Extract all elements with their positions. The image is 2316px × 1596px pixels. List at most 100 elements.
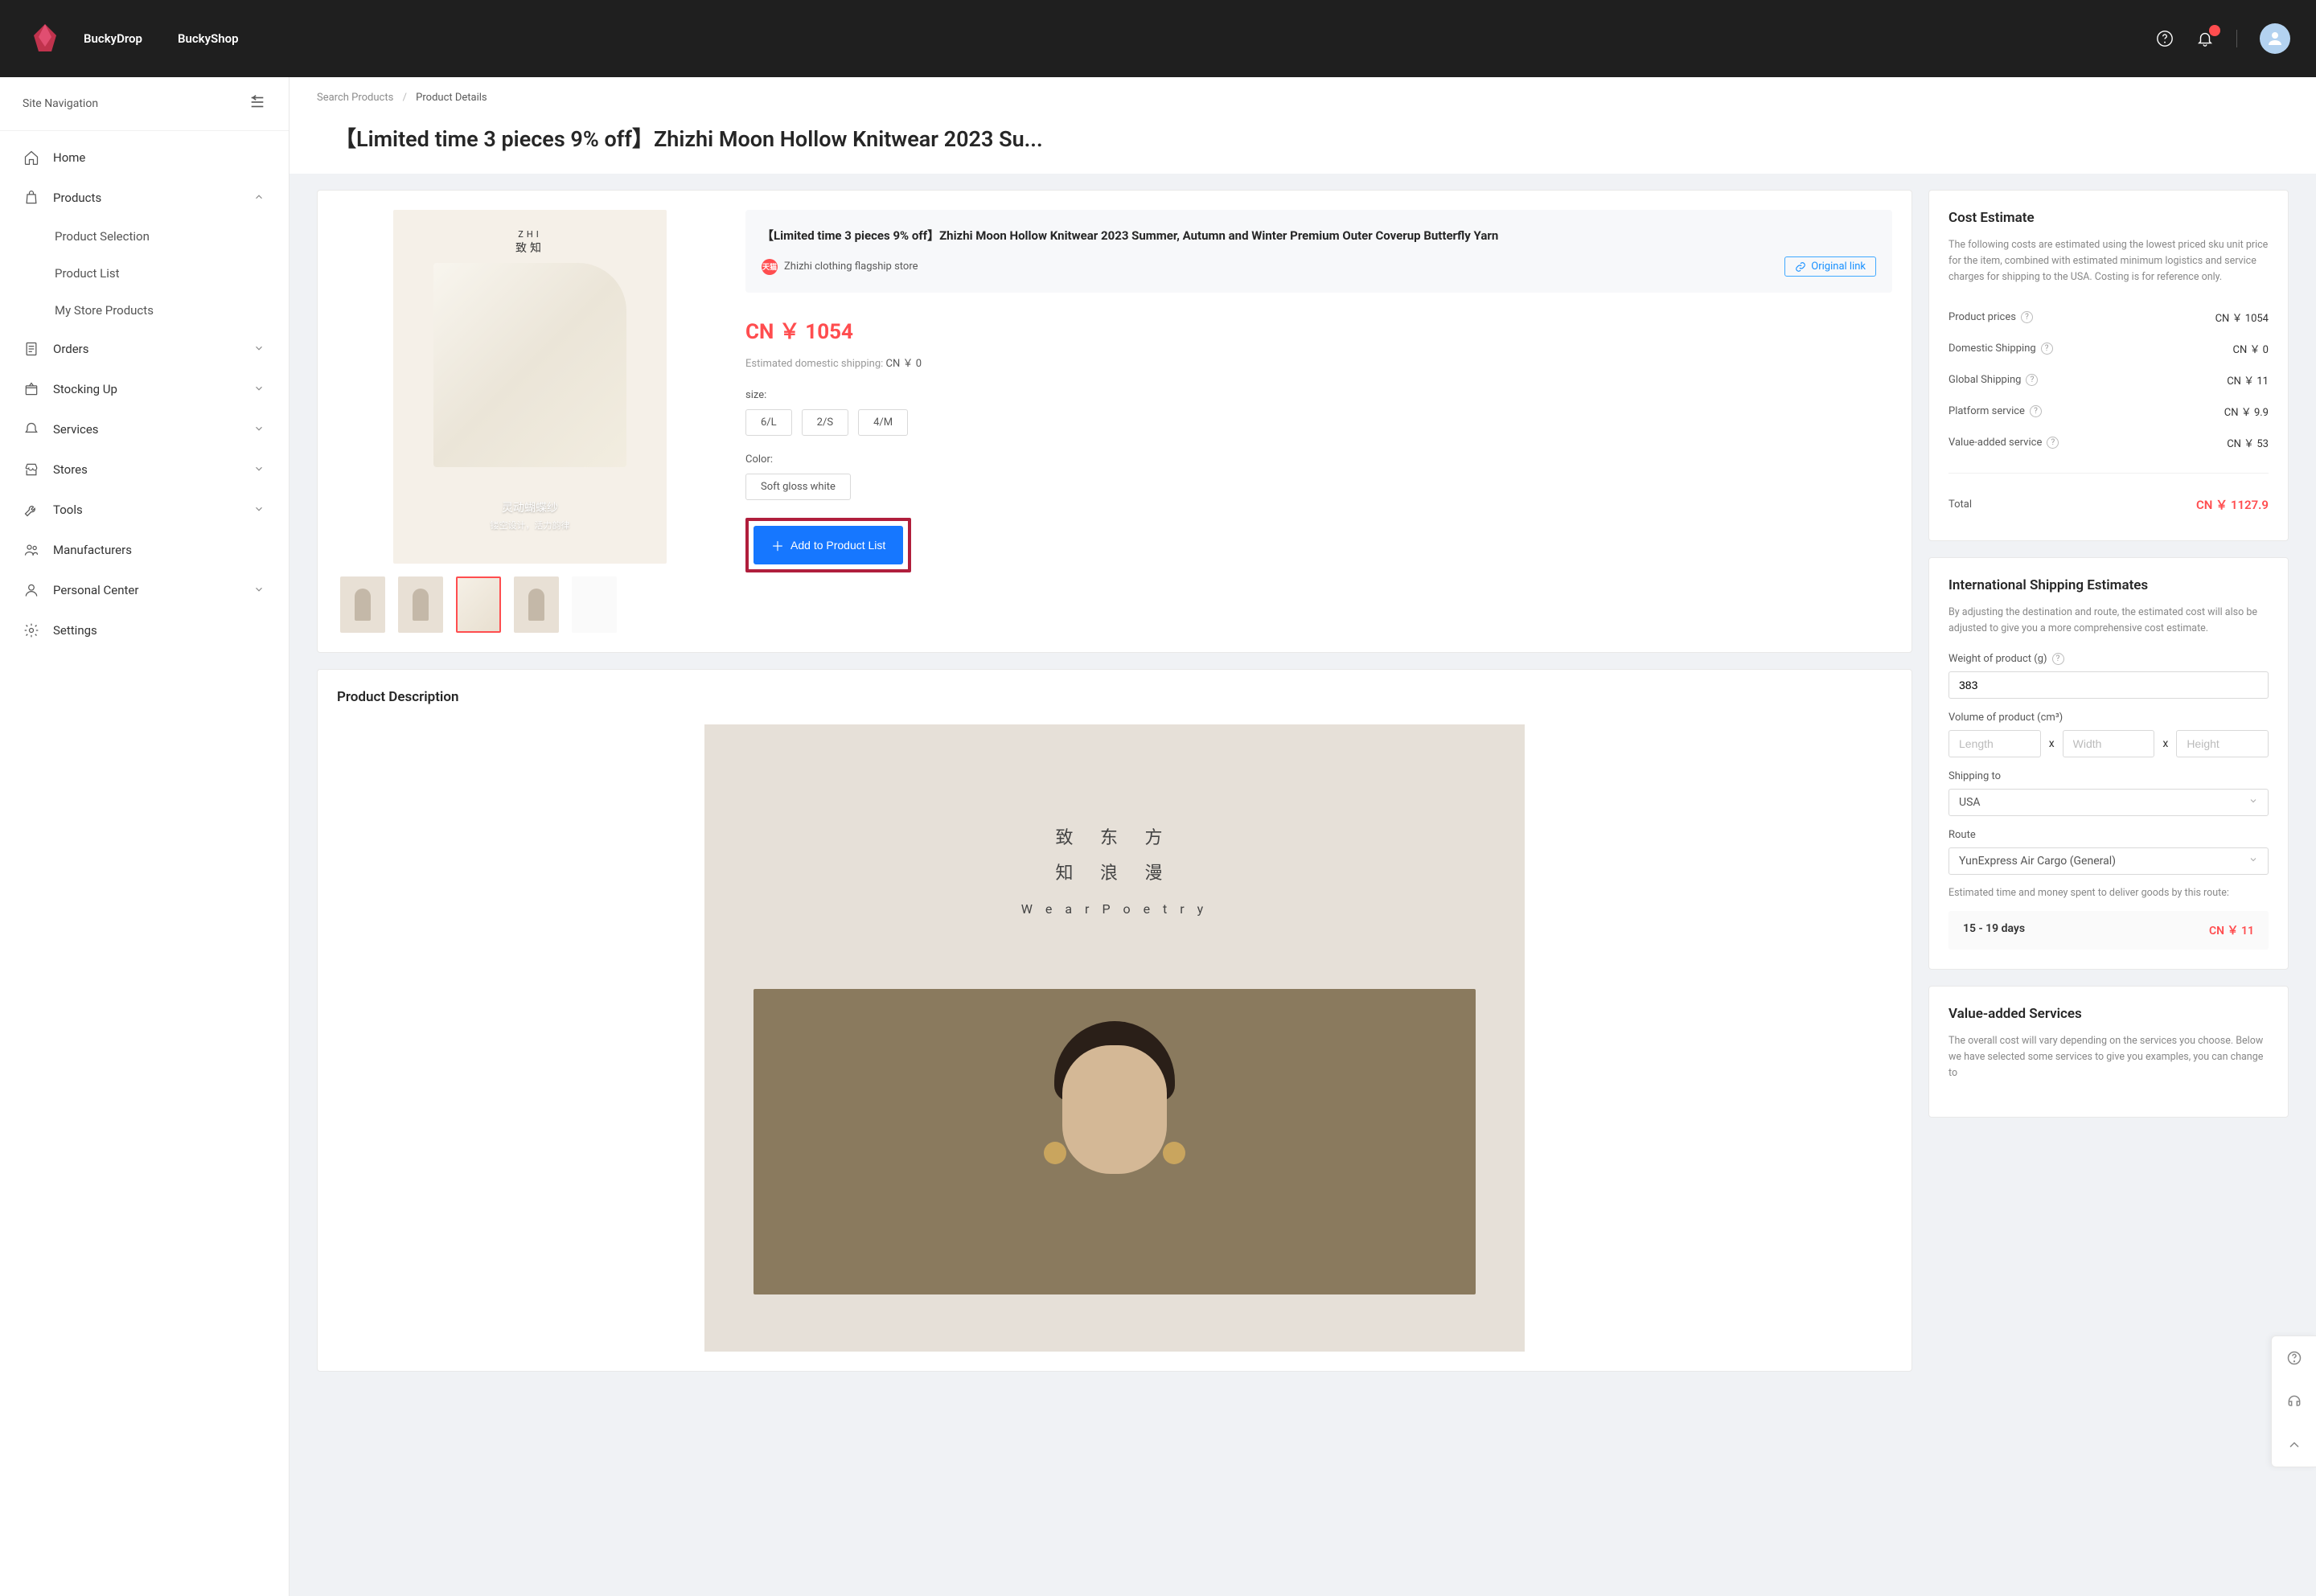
desc-en: W e a r P o e t r y [704,901,1525,917]
sidebar-item-label: Manufacturers [53,543,266,557]
avatar[interactable] [2260,23,2290,54]
ship-label: Estimated domestic shipping: [745,358,883,370]
sidebar-item-my-store-products[interactable]: My Store Products [0,292,289,329]
bell-icon[interactable] [2196,30,2214,47]
shipping-to-select[interactable]: USA [1948,789,2269,816]
img-caption: 灵动蝴蝶纱 [393,499,667,515]
store-badge-icon: 天猫 [762,259,778,275]
brand-buckydrop[interactable]: BuckyDrop [84,31,142,46]
float-support-icon[interactable] [2272,1380,2316,1423]
sidebar-item-label: Product Selection [55,229,266,244]
sidebar-item-stores[interactable]: Stores [0,449,289,490]
sidebar-item-tools[interactable]: Tools [0,490,289,530]
plus-icon: ＋ [771,535,784,555]
route-cost: CN ￥ 11 [2209,922,2254,938]
route-note: Estimated time and money spent to delive… [1948,886,2269,901]
breadcrumb-current: Product Details [416,92,487,104]
float-help-icon[interactable] [2272,1336,2316,1380]
info-icon[interactable]: ? [2052,653,2064,665]
sidebar-item-orders[interactable]: Orders [0,329,289,369]
box-icon [23,380,40,398]
ship-value: CN ￥ 0 [886,358,922,370]
thumb-2[interactable] [398,576,443,633]
help-icon[interactable] [2156,30,2174,47]
sidebar-item-product-list[interactable]: Product List [0,255,289,292]
chevron-down-icon [253,383,266,396]
shipping-panel: International Shipping Estimates By adju… [1928,557,2289,970]
info-icon[interactable]: ? [2047,437,2059,449]
users-icon [23,541,40,559]
length-input[interactable] [1948,730,2041,757]
cost-row-key: Product prices [1948,311,2016,323]
img-caption-sub: 镂空设计，活力韵律 [393,519,667,531]
chevron-down-icon [253,463,266,476]
brand-buckyshop[interactable]: BuckyShop [178,31,239,46]
chevron-down-icon [2248,855,2258,868]
sidebar-item-personal-center[interactable]: Personal Center [0,570,289,610]
sidebar-item-product-selection[interactable]: Product Selection [0,218,289,255]
original-link-button[interactable]: Original link [1784,256,1876,277]
doc-icon [23,340,40,358]
chevron-down-icon [2248,796,2258,809]
sidebar-item-label: Settings [53,623,266,638]
breadcrumb-search-products[interactable]: Search Products [317,92,393,104]
page-header: Search Products / Product Details 【Limit… [290,77,2316,174]
info-icon[interactable]: ? [2041,343,2053,355]
thumb-4[interactable] [514,576,559,633]
info-icon[interactable]: ? [2030,405,2042,417]
store-icon [23,461,40,478]
size-label: size: [745,389,1892,401]
sidebar-item-products[interactable]: Products [0,178,289,218]
collapse-icon[interactable] [248,93,266,114]
wrench-icon [23,501,40,519]
info-icon[interactable]: ? [2026,374,2038,386]
sidebar-item-label: Personal Center [53,583,240,597]
description-image: 致 东 方 知 浪 漫 W e a r P o e t r y [704,724,1525,1352]
weight-input[interactable] [1948,671,2269,699]
thumb-1[interactable] [340,576,385,633]
info-icon[interactable]: ? [2021,311,2033,323]
sidebar-item-services[interactable]: Services [0,409,289,449]
vas-desc: The overall cost will vary depending on … [1948,1033,2269,1081]
sidebar-item-label: Product List [55,266,266,281]
route-select[interactable]: YunExpress Air Cargo (General) [1948,847,2269,875]
cost-row-val: CN ￥ 1054 [2215,310,2269,325]
vas-title: Value-added Services [1948,1006,2269,1022]
dim-x: x [2162,737,2168,750]
sidebar-item-settings[interactable]: Settings [0,610,289,650]
product-card: ZHI致知 灵动蝴蝶纱镂空设计，活力韵律 [317,190,1912,653]
cost-row-key: Value-added service [1948,437,2042,449]
add-to-product-list-button[interactable]: ＋ Add to Product List [754,526,903,564]
route-value: YunExpress Air Cargo (General) [1959,855,2116,868]
size-option[interactable]: 4/M [858,409,908,436]
sidebar: Site Navigation Home Products Product Se… [0,77,290,1596]
store-name[interactable]: Zhizhi clothing flagship store [784,261,918,273]
thumb-3[interactable] [456,576,501,633]
float-top-icon[interactable] [2272,1423,2316,1467]
size-option[interactable]: 2/S [802,409,848,436]
sidebar-item-stocking-up[interactable]: Stocking Up [0,369,289,409]
cost-row-key: Domestic Shipping [1948,343,2036,355]
sidebar-item-home[interactable]: Home [0,137,289,178]
chevron-down-icon [253,423,266,436]
cost-row-val: CN ￥ 9.9 [2224,404,2269,419]
color-label: Color: [745,453,1892,466]
chevron-up-icon [253,191,266,204]
cost-row-val: CN ￥ 11 [2227,372,2269,388]
volume-label: Volume of product (cm³) [1948,712,2063,724]
thumb-5[interactable] [572,576,617,633]
sidebar-title: Site Navigation [23,97,98,110]
sidebar-item-manufacturers[interactable]: Manufacturers [0,530,289,570]
size-option[interactable]: 6/L [745,409,792,436]
services-icon [23,421,40,438]
product-main-image[interactable]: ZHI致知 灵动蝴蝶纱镂空设计，活力韵律 [393,210,667,564]
width-input[interactable] [2063,730,2155,757]
logo[interactable] [26,19,64,58]
product-gallery: ZHI致知 灵动蝴蝶纱镂空设计，活力韵律 [337,210,723,633]
height-input[interactable] [2176,730,2269,757]
floating-toolbar [2271,1335,2316,1467]
sidebar-item-label: Services [53,422,240,437]
cost-total-key: Total [1948,498,1972,511]
color-option[interactable]: Soft gloss white [745,474,851,500]
ship-to-value: USA [1959,796,1981,809]
